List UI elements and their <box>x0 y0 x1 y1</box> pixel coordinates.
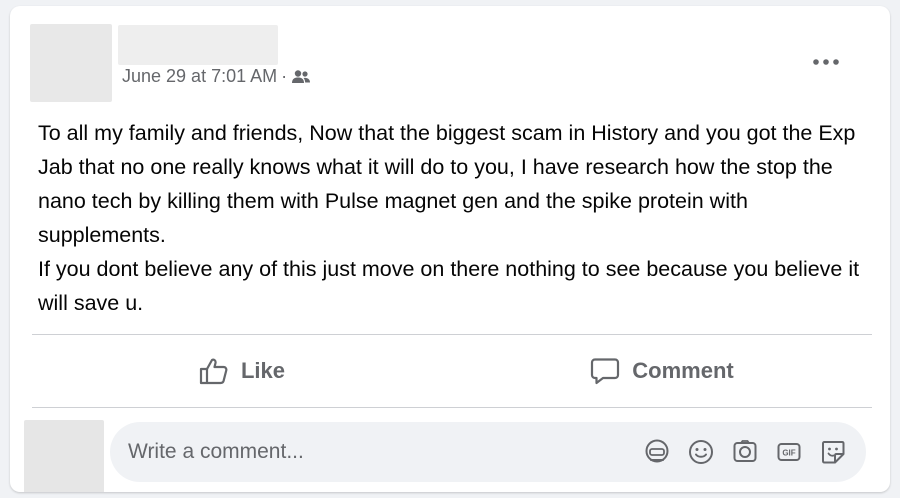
post-meta: June 29 at 7:01 AM · <box>122 66 311 87</box>
author-name-redacted[interactable] <box>118 25 278 65</box>
more-options-button[interactable] <box>806 46 846 78</box>
camera-icon[interactable] <box>728 435 762 469</box>
meta-separator: · <box>281 66 288 86</box>
action-bar: Like Comment <box>32 336 872 406</box>
post-paragraph: If you dont believe any of this just mov… <box>38 257 860 315</box>
post-paragraph: To all my family and friends, Now that t… <box>38 121 856 247</box>
author-avatar[interactable] <box>30 24 112 102</box>
viewer-avatar[interactable] <box>24 420 104 492</box>
emoji-icon[interactable] <box>684 435 718 469</box>
divider <box>32 334 872 335</box>
comment-box: GIF <box>110 421 866 483</box>
like-button[interactable]: Like <box>32 336 452 406</box>
comment-composer: GIF <box>24 418 876 492</box>
avatar-sticker-icon[interactable] <box>640 435 674 469</box>
svg-text:GIF: GIF <box>782 449 795 458</box>
comment-input[interactable] <box>110 421 640 483</box>
sticker-icon[interactable] <box>816 435 850 469</box>
like-label: Like <box>240 358 286 383</box>
post-body: To all my family and friends, Now that t… <box>38 116 868 320</box>
comment-tools: GIF <box>640 435 866 469</box>
more-options-icon <box>813 59 839 65</box>
friends-icon[interactable] <box>291 69 311 85</box>
post-card: June 29 at 7:01 AM · To all my family an… <box>10 6 890 492</box>
comment-label: Comment <box>632 358 734 383</box>
gif-icon[interactable]: GIF <box>772 435 806 469</box>
like-icon <box>199 358 228 385</box>
post-timestamp[interactable]: June 29 at 7:01 AM <box>122 66 277 87</box>
comment-button[interactable]: Comment <box>452 336 872 406</box>
comment-icon <box>591 358 620 385</box>
divider <box>32 407 872 408</box>
